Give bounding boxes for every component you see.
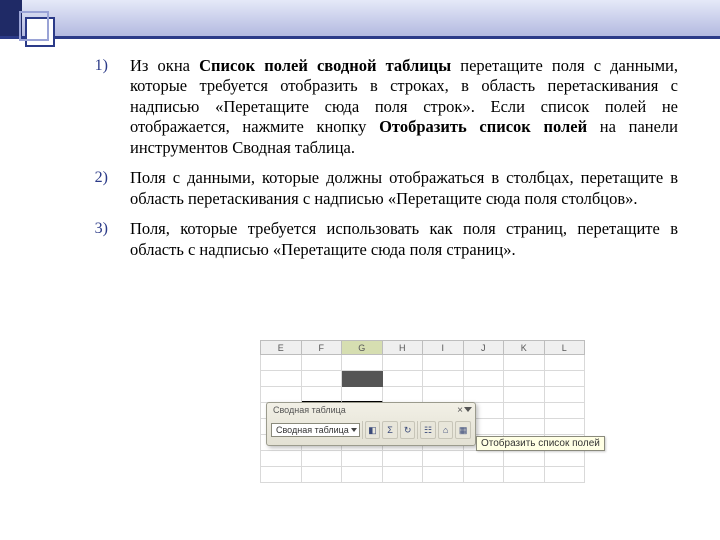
step-1-bold-1: Список полей сводной таблицы	[199, 56, 451, 75]
table-row	[260, 355, 585, 371]
tooltip-show-field-list: Отобразить список полей	[476, 436, 605, 451]
table-row	[260, 451, 585, 467]
step-2-text: Поля с данными, которые должны отображат…	[130, 168, 678, 207]
step-3-text: Поля, которые требуется использовать как…	[130, 219, 678, 258]
close-icon[interactable]: ×	[457, 405, 463, 416]
separator	[417, 421, 418, 439]
toolbar-icon[interactable]: ☷	[420, 421, 436, 439]
pivot-dropdown[interactable]: Сводная таблица	[271, 423, 360, 437]
table-row	[260, 467, 585, 483]
pivot-toolbar[interactable]: Сводная таблица × Сводная таблица ◧ Σ ↻ …	[266, 402, 476, 446]
col-header: L	[545, 340, 586, 355]
spreadsheet-screenshot: E F G H I J K L Сводная таблица × Сводна…	[260, 340, 585, 490]
table-row	[260, 371, 585, 387]
step-3: Поля, которые требуется использовать как…	[130, 219, 678, 260]
step-1: Из окна Список полей сводной таблицы пер…	[130, 56, 678, 158]
text-body: Из окна Список полей сводной таблицы пер…	[0, 56, 720, 270]
toolbar-icon[interactable]: Σ	[382, 421, 398, 439]
separator	[362, 421, 363, 439]
toolbar-icon[interactable]: ↻	[400, 421, 416, 439]
options-icon[interactable]	[464, 407, 472, 412]
decorative-corner-box	[25, 17, 55, 47]
col-header: I	[423, 340, 464, 355]
col-header: K	[504, 340, 545, 355]
col-header: H	[383, 340, 424, 355]
col-header: E	[260, 340, 302, 355]
toolbar-title: Сводная таблица	[273, 405, 346, 415]
col-header: J	[464, 340, 505, 355]
table-row	[260, 387, 585, 403]
toolbar-icon[interactable]: ⌂	[438, 421, 454, 439]
toolbar-row: Сводная таблица ◧ Σ ↻ ☷ ⌂ ▦	[271, 419, 471, 441]
numbered-list: Из окна Список полей сводной таблицы пер…	[72, 56, 678, 260]
toolbar-icon[interactable]: ◧	[365, 421, 381, 439]
col-header: F	[302, 340, 343, 355]
column-headers: E F G H I J K L	[260, 340, 585, 355]
step-1-bold-2: Отобразить список полей	[379, 117, 587, 136]
decorative-header-band	[0, 0, 720, 36]
step-1-pre: Из окна	[130, 56, 199, 75]
show-field-list-button[interactable]: ▦	[455, 421, 471, 439]
step-2: Поля с данными, которые должны отображат…	[130, 168, 678, 209]
col-header-selected: G	[342, 340, 383, 355]
